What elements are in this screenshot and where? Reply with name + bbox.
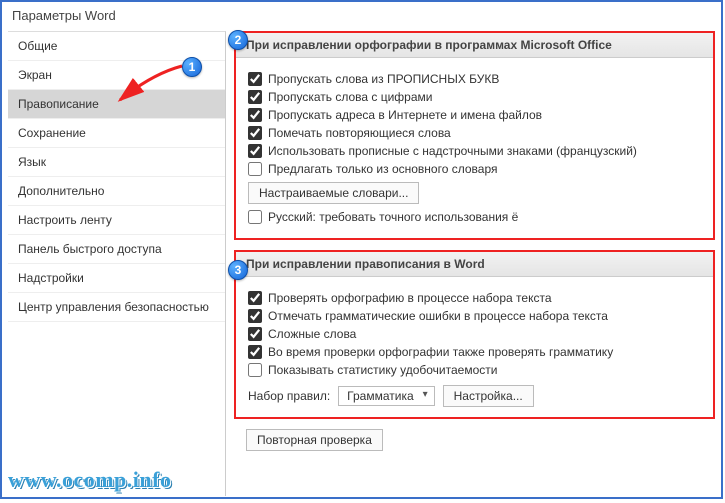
chk-grammar-as-type[interactable]: [248, 309, 262, 323]
chk-numbers[interactable]: [248, 90, 262, 104]
sidebar-item-quick-access[interactable]: Панель быстрого доступа: [8, 235, 225, 264]
chk-compound-words[interactable]: [248, 327, 262, 341]
watermark: www.ocomp.info: [8, 467, 171, 493]
chk-uppercase[interactable]: [248, 72, 262, 86]
annotation-badge-2: 2: [228, 30, 248, 50]
sidebar-item-save[interactable]: Сохранение: [8, 119, 225, 148]
ruleset-label: Набор правил:: [248, 389, 330, 403]
sidebar-item-language[interactable]: Язык: [8, 148, 225, 177]
sidebar-item-customize-ribbon[interactable]: Настроить ленту: [8, 206, 225, 235]
chk-russian-yo[interactable]: [248, 210, 262, 224]
lbl-russian-yo: Русский: требовать точного использования…: [268, 210, 518, 224]
chk-grammar-with-spelling[interactable]: [248, 345, 262, 359]
ruleset-select[interactable]: Грамматика: [338, 386, 434, 406]
window-title: Параметры Word: [2, 2, 721, 31]
ruleset-settings-button[interactable]: Настройка...: [443, 385, 534, 407]
recheck-button[interactable]: Повторная проверка: [246, 429, 383, 451]
group-word-proofing-title: При исправлении правописания в Word: [236, 252, 713, 277]
group-office-spelling-title: При исправлении орфографии в программах …: [236, 33, 713, 58]
lbl-grammar-as-type: Отмечать грамматические ошибки в процесс…: [268, 309, 608, 323]
chk-french[interactable]: [248, 144, 262, 158]
sidebar-item-trust-center[interactable]: Центр управления безопасностью: [8, 293, 225, 322]
lbl-main-dict: Предлагать только из основного словаря: [268, 162, 497, 176]
lbl-french: Использовать прописные с надстрочными зн…: [268, 144, 637, 158]
annotation-badge-3: 3: [228, 260, 248, 280]
chk-spelling-as-type[interactable]: [248, 291, 262, 305]
chk-main-dict[interactable]: [248, 162, 262, 176]
chk-readability[interactable]: [248, 363, 262, 377]
lbl-spelling-as-type: Проверять орфографию в процессе набора т…: [268, 291, 552, 305]
sidebar-item-addins[interactable]: Надстройки: [8, 264, 225, 293]
sidebar-item-advanced[interactable]: Дополнительно: [8, 177, 225, 206]
lbl-numbers: Пропускать слова с цифрами: [268, 90, 432, 104]
lbl-repeated: Помечать повторяющиеся слова: [268, 126, 451, 140]
lbl-readability: Показывать статистику удобочитаемости: [268, 363, 497, 377]
group-office-spelling: При исправлении орфографии в программах …: [234, 31, 715, 240]
group-word-proofing: При исправлении правописания в Word Пров…: [234, 250, 715, 419]
lbl-uppercase: Пропускать слова из ПРОПИСНЫХ БУКВ: [268, 72, 499, 86]
main-panel: При исправлении орфографии в программах …: [226, 31, 721, 496]
lbl-grammar-with-spelling: Во время проверки орфографии также прове…: [268, 345, 613, 359]
sidebar: Общие Экран Правописание Сохранение Язык…: [8, 31, 226, 496]
annotation-badge-1: 1: [182, 57, 202, 77]
custom-dictionaries-button[interactable]: Настраиваемые словари...: [248, 182, 419, 204]
lbl-compound-words: Сложные слова: [268, 327, 356, 341]
lbl-internet: Пропускать адреса в Интернете и имена фа…: [268, 108, 542, 122]
sidebar-item-proofing[interactable]: Правописание: [8, 90, 225, 119]
chk-internet[interactable]: [248, 108, 262, 122]
chk-repeated[interactable]: [248, 126, 262, 140]
